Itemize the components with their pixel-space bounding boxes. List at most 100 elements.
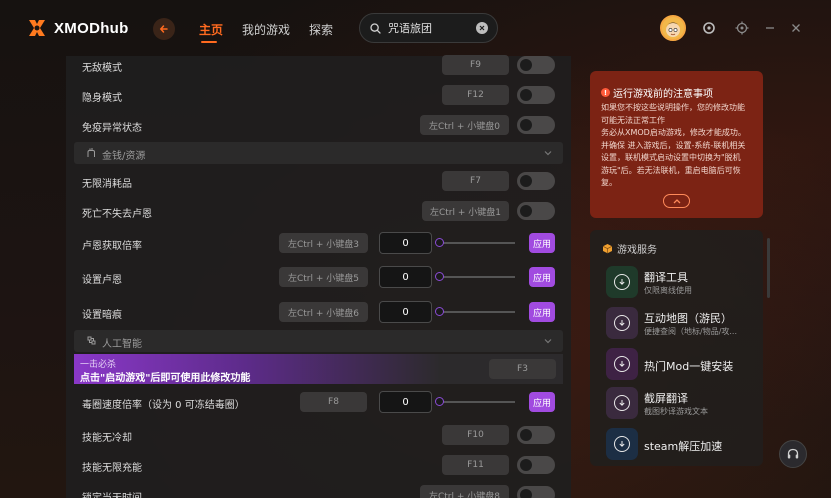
apply-button[interactable]: 应用 bbox=[529, 267, 555, 287]
cheat-row-lock-time: 锁定当天时间 左Ctrl + 小键盘8 bbox=[66, 480, 571, 498]
slider-handle[interactable] bbox=[435, 307, 444, 316]
cheat-row-lumen-multiplier: 卢恩获取倍率 左Ctrl + 小键盘3 0 应用 bbox=[66, 228, 571, 258]
xmod-logo-icon bbox=[26, 17, 48, 39]
collapse-notice-button[interactable] bbox=[663, 194, 690, 208]
hotkey-button[interactable]: F12 bbox=[442, 85, 509, 105]
nav-my-games[interactable]: 我的游戏 bbox=[242, 21, 290, 38]
apply-button[interactable]: 应用 bbox=[529, 233, 555, 253]
close-window-icon[interactable] bbox=[788, 20, 804, 36]
section-label: 人工智能 bbox=[102, 339, 142, 350]
slider-handle[interactable] bbox=[435, 397, 444, 406]
cheat-row-one-hit-kill: 一击必杀 点击"启动游戏"后即可使用此修改功能 F3 bbox=[74, 354, 563, 384]
hotkey-button[interactable]: 左Ctrl + 小键盘5 bbox=[279, 267, 368, 287]
minimize-icon[interactable] bbox=[762, 20, 778, 36]
value-slider[interactable] bbox=[438, 401, 515, 403]
toggle-switch[interactable] bbox=[517, 202, 555, 220]
hotkey-button[interactable]: 左Ctrl + 小键盘6 bbox=[279, 302, 368, 322]
arrow-left-icon bbox=[159, 25, 168, 33]
alert-icon: ! bbox=[601, 88, 610, 97]
clear-search-button[interactable] bbox=[476, 22, 488, 34]
cheat-row-invincible: 无敌模式 F9 bbox=[66, 50, 571, 80]
hotkey-button[interactable]: F11 bbox=[442, 455, 509, 475]
hotkey-button[interactable]: 左Ctrl + 小键盘3 bbox=[279, 233, 368, 253]
toggle-switch[interactable] bbox=[517, 456, 555, 474]
nav-active-indicator bbox=[201, 41, 217, 43]
notice-line: 设置，联机模式启动设置中切换为"脱机 bbox=[601, 153, 741, 162]
toggle-switch[interactable] bbox=[517, 486, 555, 498]
settings-icon[interactable] bbox=[734, 20, 750, 36]
notification-icon[interactable] bbox=[701, 20, 717, 36]
hotkey-button[interactable]: 左Ctrl + 小键盘0 bbox=[420, 115, 509, 135]
launch-required-notice: 点击"启动游戏"后即可使用此修改功能 bbox=[80, 373, 251, 384]
notice-line: 如果您不按这些说明操作，您的修改功能 bbox=[601, 103, 745, 112]
toggle-switch[interactable] bbox=[517, 86, 555, 104]
services-title: 游戏服务 bbox=[602, 241, 657, 256]
toggle-switch[interactable] bbox=[517, 56, 555, 74]
app-title: XMODhub bbox=[54, 19, 129, 37]
hotkey-button[interactable]: F8 bbox=[300, 392, 367, 412]
headset-icon bbox=[787, 448, 799, 459]
value-input[interactable]: 0 bbox=[379, 301, 432, 323]
support-button[interactable] bbox=[779, 440, 807, 468]
apply-button[interactable]: 应用 bbox=[529, 302, 555, 322]
cheat-row-poison-rate: 毒圈速度倍率（设为 0 可冻结毒圈） F8 0 应用 bbox=[66, 387, 571, 417]
nav-explore[interactable]: 探索 bbox=[309, 21, 333, 38]
download-icon bbox=[606, 348, 638, 380]
service-name: 翻译工具 bbox=[644, 271, 688, 284]
services-title-text: 游戏服务 bbox=[617, 245, 657, 256]
service-mod-install[interactable]: 热门Mod一键安装 bbox=[606, 348, 756, 382]
cheat-row-unlimited-items: 无限消耗品 F7 bbox=[66, 166, 571, 196]
app-logo[interactable]: XMODhub bbox=[26, 17, 129, 39]
value-slider[interactable] bbox=[438, 311, 515, 313]
pre-launch-notice-card: ! 运行游戏前的注意事项 如果您不按这些说明操作，您的修改功能 可能无法正常工作… bbox=[590, 71, 763, 218]
close-icon bbox=[479, 25, 485, 31]
toggle-switch[interactable] bbox=[517, 116, 555, 134]
slider-handle[interactable] bbox=[435, 238, 444, 247]
cheat-row-unlimited-charge: 技能无限充能 F11 bbox=[66, 450, 571, 480]
cheat-label: 毒圈速度倍率（设为 0 可冻结毒圈） bbox=[82, 400, 245, 411]
notice-line: 务必从XMOD启动游戏，修改才能成功。 bbox=[601, 128, 746, 137]
hotkey-button[interactable]: F7 bbox=[442, 171, 509, 191]
notice-line: 复。 bbox=[601, 178, 617, 187]
value-input[interactable]: 0 bbox=[379, 232, 432, 254]
service-interactive-map[interactable]: 互动地图（游民） 便捷查阅（地标/物品/攻... bbox=[606, 307, 756, 341]
cheat-row-set-lumen: 设置卢恩 左Ctrl + 小键盘5 0 应用 bbox=[66, 262, 571, 292]
value-input[interactable]: 0 bbox=[379, 266, 432, 288]
value-slider[interactable] bbox=[438, 276, 515, 278]
cheat-label: 技能无限充能 bbox=[82, 463, 142, 474]
avatar[interactable] bbox=[660, 15, 686, 41]
section-label: 金钱/资源 bbox=[102, 151, 146, 162]
cheat-row-immune: 免疫异常状态 左Ctrl + 小键盘0 bbox=[66, 110, 571, 140]
search-icon bbox=[370, 22, 381, 34]
value-input[interactable]: 0 bbox=[379, 391, 432, 413]
notice-line: 并确保 进入游戏后，设置-系统-联机相关 bbox=[601, 140, 746, 150]
nav-home[interactable]: 主页 bbox=[199, 21, 223, 38]
service-steam-accelerate[interactable]: steam解压加速 bbox=[606, 428, 756, 462]
value-slider[interactable] bbox=[438, 242, 515, 244]
toggle-switch[interactable] bbox=[517, 426, 555, 444]
service-translate-tool[interactable]: 翻译工具 仅限离线使用 bbox=[606, 266, 756, 300]
cheat-row-no-cooldown: 技能无冷却 F10 bbox=[66, 420, 571, 450]
hotkey-button[interactable]: 左Ctrl + 小键盘1 bbox=[422, 201, 509, 221]
hotkey-button[interactable]: F10 bbox=[442, 425, 509, 445]
slider-handle[interactable] bbox=[435, 272, 444, 281]
search-input[interactable]: 咒语旅团 bbox=[359, 13, 498, 43]
hotkey-button[interactable]: F3 bbox=[489, 359, 556, 379]
services-scrollbar[interactable] bbox=[767, 238, 770, 298]
section-header-money[interactable]: 金钱/资源 bbox=[74, 142, 563, 164]
cheat-label: 死亡不失去卢恩 bbox=[82, 209, 152, 220]
section-header-ai[interactable]: 人工智能 bbox=[74, 330, 563, 352]
apply-button[interactable]: 应用 bbox=[529, 392, 555, 412]
avatar-face-icon bbox=[665, 22, 681, 37]
notice-body: 如果您不按这些说明操作，您的修改功能 可能无法正常工作 务必从XMOD启动游戏，… bbox=[601, 102, 759, 190]
cheat-label: 无限消耗品 bbox=[82, 179, 132, 190]
hotkey-button[interactable]: 左Ctrl + 小键盘8 bbox=[420, 485, 509, 498]
hotkey-button[interactable]: F9 bbox=[442, 55, 509, 75]
service-desc: 截图秒译游戏文本 bbox=[644, 407, 708, 416]
chevron-down-icon bbox=[544, 151, 552, 156]
service-name: 截屏翻译 bbox=[644, 392, 688, 405]
toggle-switch[interactable] bbox=[517, 172, 555, 190]
service-screen-translate[interactable]: 截屏翻译 截图秒译游戏文本 bbox=[606, 387, 756, 421]
back-button[interactable] bbox=[153, 18, 175, 40]
cheat-label: 隐身模式 bbox=[82, 93, 122, 104]
